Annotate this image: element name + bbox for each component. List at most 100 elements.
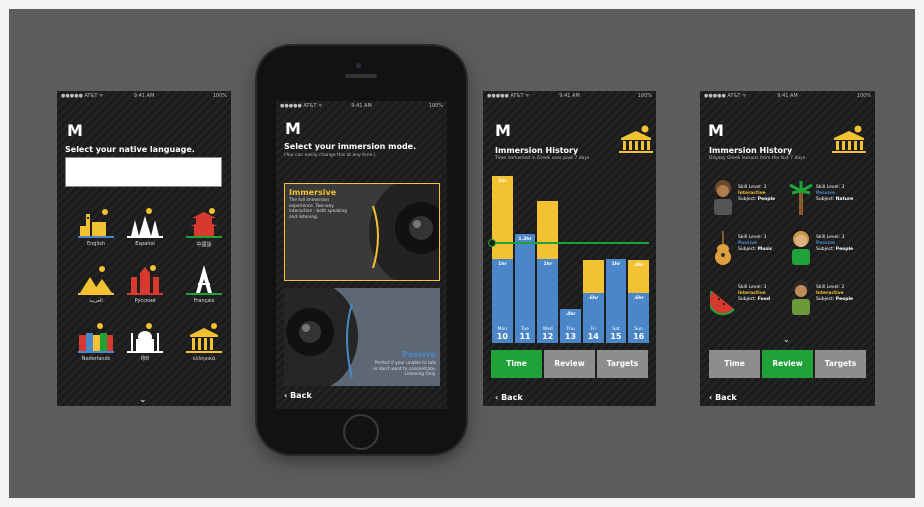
cathedral-icon [127,208,163,238]
day-tick-label: Sun 16 [628,327,649,341]
subject-label: Subject: [816,247,835,252]
date-label: 15 [610,332,622,341]
page-subtitle: Display Greek lessons from the last 7 da… [709,156,807,161]
language-option-greek[interactable]: ελληνικά [178,319,230,373]
language-label: 中國語 [196,242,212,248]
tab-time[interactable]: Time [491,350,542,378]
language-label: Русский [134,298,156,304]
tab-review[interactable]: Review [762,350,813,378]
mode-description: Perfect if your unable to talk or don't … [373,361,436,377]
language-option-espanol[interactable]: Español [119,204,171,258]
tab-targets[interactable]: Targets [815,350,866,378]
parthenon-icon [186,323,222,353]
bar-value-label: .6hr [633,295,644,301]
subject-value: People [835,297,854,302]
target-line[interactable] [488,238,649,247]
lesson-history-item[interactable]: Skill Level: 3 Passive Subject: People [788,225,868,275]
subject-label: Subject: [816,297,835,302]
mode-name: Passive [402,350,436,359]
chevron-down-icon[interactable]: ⌄ [139,394,147,405]
chart-bar[interactable]: .6hr .4hr Sun 16 [628,175,649,343]
language-option-english[interactable]: English [70,204,122,258]
back-button[interactable]: ‹ Back [284,391,312,400]
clock-label: 9:41 AM [133,93,155,99]
lesson-history-item[interactable]: Skill Level: 3 Interactive Subject: People [710,175,790,225]
lesson-history-item[interactable]: Skill Level: 3 Interactive Subject: Food [710,275,790,325]
parthenon-icon [619,125,653,153]
taj-mahal-icon [127,323,163,353]
lesson-history-item[interactable]: Skill Level: 3 Passive Subject: Music [710,225,790,275]
language-label: हिंदी [141,356,149,362]
tab-review[interactable]: Review [544,350,595,378]
app-logo: M [495,121,511,140]
language-option-dutch[interactable]: Nederlands [70,319,122,373]
subject-value: Music [757,247,773,252]
immersion-review-screen: ●●●●● AT&T ᯤ 9:41 AM 100% M Immersion Hi… [700,91,875,406]
chevron-down-icon[interactable]: ⌄ [783,335,790,344]
tab-targets[interactable]: Targets [597,350,648,378]
mode-card-passive[interactable]: Passive Perfect if your unable to talk o… [284,288,440,386]
language-option-arabic[interactable]: العربية [70,261,122,315]
day-tick-label: Sat 15 [606,327,627,341]
subject-value: People [835,247,854,252]
app-logo: M [67,121,83,140]
clock-label: 9:41 AM [777,93,798,99]
chart-bar[interactable]: 1hr Wed 12 [537,175,559,343]
app-logo: M [708,121,724,140]
day-tick-label: Mon 10 [492,327,513,341]
headphone-image [369,184,439,280]
bar-value-label: 1hr [543,262,553,267]
earpiece-speaker [345,74,377,78]
parthenon-icon [832,125,866,153]
bottom-tab-bar: Time Review Targets [709,350,866,378]
day-tick-label: Wed 12 [537,327,558,341]
page-title: Immersion History [709,146,793,155]
tab-time[interactable]: Time [709,350,760,378]
back-button[interactable]: ‹ Back [495,393,523,402]
status-bar: ●●●●● AT&T ᯤ 9:41 AM 100% [700,91,875,101]
immersion-time-screen: ●●●●● AT&T ᯤ 9:41 AM 100% M Immersion Hi… [483,91,656,406]
battery-label: 100% [428,103,443,109]
lesson-history-item[interactable]: Skill Level: 3 Passive Subject: Nature [788,175,868,225]
language-option-chinese[interactable]: 中國語 [178,204,230,258]
mode-description: The full immersion experience. Two-way i… [289,198,348,220]
subject-label: Subject: [816,197,835,202]
chart-bar[interactable]: .4hr Thu 13 [560,175,581,343]
bar-segment-secondary [537,201,559,259]
app-logo: M [285,119,301,138]
lesson-history-item[interactable]: Skill Level: 2 Interactive Subject: People [788,275,868,325]
bar-value-label: 1.3hr [518,236,532,242]
date-label: 12 [542,332,554,341]
language-search-input[interactable] [65,157,222,187]
language-option-hindi[interactable]: हिंदी [119,319,171,373]
language-select-screen: ●●●●● AT&T ᯤ 9:41 AM 100% M Select your … [57,91,231,406]
page-title: Select your native language. [65,145,195,154]
language-option-french[interactable]: Français [178,261,230,315]
bottom-tab-bar: Time Review Targets [491,350,648,378]
immersion-mode-screen: ●●●●● AT&T ᯤ 9:41 AM 100% M Select your … [276,101,447,409]
mode-card-immersive[interactable]: Immersive The full immersion experience.… [284,183,440,281]
chart-bar[interactable]: 1hr 1hr Mon 10 [492,175,513,343]
bar-segment-secondary: .4hr [628,260,649,293]
guitar-icon [715,231,731,265]
language-option-russian[interactable]: Русский [119,261,171,315]
target-handle-icon[interactable] [488,238,496,247]
date-label: 11 [519,332,531,341]
person-avatar-icon [792,280,810,315]
chart-bar[interactable]: 1hr Sat 15 [605,175,627,343]
status-bar: ●●●●● AT&T ᯤ 9:41 AM 100% [483,91,656,101]
home-button[interactable] [343,414,379,450]
clock-label: 9:41 AM [559,93,580,99]
language-label: العربية [89,298,103,304]
chart-bar[interactable]: 1.3hr Tue 11 [514,175,536,343]
bar-value-label: 1hr [498,179,507,184]
pagoda-icon [186,208,222,238]
headphone-image [284,288,358,386]
clock-label: 9:41 AM [351,103,372,109]
subject-value: Food [757,297,771,302]
date-label: 16 [633,332,645,341]
back-button[interactable]: ‹ Back [709,393,737,402]
kremlin-icon [127,265,163,295]
bar-value-label: 1hr [611,262,621,267]
chart-bar[interactable]: .6hr Fri 14 [582,175,604,343]
